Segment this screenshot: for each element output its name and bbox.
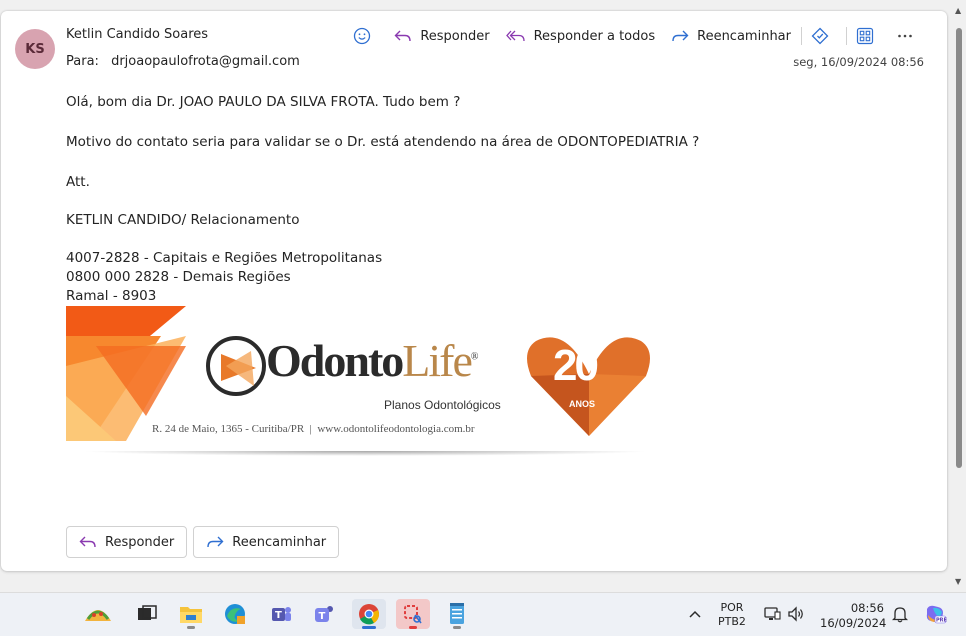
svg-text:T: T [319, 611, 326, 622]
running-indicator [409, 626, 417, 629]
edge-browser-icon[interactable] [218, 599, 252, 629]
body-greeting: Olá, bom dia Dr. JOAO PAULO DA SILVA FRO… [66, 94, 461, 110]
reply-button[interactable]: Responder [386, 25, 497, 47]
vertical-scrollbar[interactable]: ▲ ▼ [952, 0, 966, 592]
to-label: Para: [66, 54, 99, 69]
body-phone-capitals: 4007-2828 - Capitais e Regiões Metropoli… [66, 250, 383, 266]
anniversary-word: ANOS [569, 399, 596, 409]
apps-button[interactable] [849, 25, 889, 47]
file-explorer-icon[interactable] [174, 599, 208, 629]
keyboard-layout: PTB2 [718, 615, 746, 628]
toolbar-separator [801, 27, 802, 45]
sparkle-diamond-icon [811, 27, 829, 45]
more-horizontal-icon [898, 34, 912, 38]
teams-icon[interactable]: T [308, 599, 342, 629]
reply-icon [79, 536, 96, 548]
copilot-pre-icon[interactable]: PRE [920, 599, 950, 629]
emoji-reaction-button[interactable] [346, 25, 386, 47]
banner-tagline: Planos Odontológicos [384, 398, 501, 412]
reply-icon [394, 30, 412, 42]
network-display-icon[interactable] [760, 599, 784, 629]
teams-classic-icon[interactable]: T [264, 599, 298, 629]
active-indicator [362, 626, 376, 629]
recipient-address[interactable]: drjoaopaulofrota@gmail.com [111, 54, 300, 69]
banner-address: R. 24 de Maio, 1365 - Curitiba/PR | www.… [152, 423, 475, 435]
running-indicator [453, 626, 461, 629]
body-motive: Motivo do contato seria para validar se … [66, 134, 700, 150]
scroll-down-arrow-icon[interactable]: ▼ [955, 577, 961, 586]
email-reading-pane: KS Ketlin Candido Soares Para: drjoaopau… [1, 11, 947, 571]
copilot-button[interactable] [804, 25, 844, 47]
avatar[interactable]: KS [15, 29, 55, 69]
brand-life-text: Life [402, 335, 473, 386]
scrollbar-thumb[interactable] [956, 28, 962, 468]
snipping-tool-icon[interactable] [396, 599, 430, 629]
scroll-up-arrow-icon[interactable]: ▲ [955, 6, 961, 15]
chrome-browser-icon[interactable] [352, 599, 386, 629]
more-actions-button[interactable] [889, 25, 929, 47]
windows-taskbar: T T POR PTB2 08:56 16/09/2024 PRE [0, 592, 966, 636]
signature-banner: OdontoLife® Planos Odontológicos R. 24 d… [66, 306, 656, 458]
apps-grid-icon [856, 27, 874, 45]
body-ramal: Ramal - 8903 [66, 288, 157, 304]
toolbar-separator [846, 27, 847, 45]
footer-reply-label: Responder [105, 534, 175, 550]
footer-forward-label: Reencaminhar [232, 534, 327, 550]
body-phone-other: 0800 000 2828 - Demais Regiões [66, 269, 291, 285]
email-body: Olá, bom dia Dr. JOAO PAULO DA SILVA FRO… [66, 91, 699, 306]
widgets-taco-icon[interactable] [76, 599, 120, 629]
brand-odonto-text: Odonto [266, 335, 404, 386]
recipient-row: Para: drjoaopaulofrota@gmail.com [66, 54, 300, 69]
body-att: Att. [66, 174, 90, 190]
sender-name[interactable]: Ketlin Candido Soares [66, 27, 208, 42]
message-actions-toolbar: Responder Responder a todos Reencaminhar [346, 25, 929, 47]
forward-label: Reencaminhar [697, 28, 791, 44]
volume-speaker-icon[interactable] [784, 599, 808, 629]
language-code: POR [720, 601, 744, 614]
system-clock[interactable]: 08:56 16/09/2024 [820, 601, 887, 631]
show-hidden-icons-chevron-up-icon[interactable] [682, 599, 708, 629]
footer-forward-button[interactable]: Reencaminhar [193, 526, 340, 558]
clock-time: 08:56 [850, 601, 884, 615]
forward-button[interactable]: Reencaminhar [663, 25, 799, 47]
notepad-icon[interactable] [440, 599, 474, 629]
notification-bell-icon[interactable] [888, 599, 912, 629]
footer-reply-button[interactable]: Responder [66, 526, 188, 558]
banner-brand: OdontoLife® [266, 334, 478, 387]
footer-actions: Responder Reencaminhar [66, 526, 340, 558]
svg-text:PRE: PRE [936, 618, 947, 624]
task-view-icon[interactable] [130, 599, 164, 629]
forward-icon [207, 536, 224, 548]
reply-all-icon [505, 30, 525, 42]
forward-icon [672, 30, 689, 42]
email-date: seg, 16/09/2024 08:56 [793, 55, 924, 69]
reply-all-label: Responder a todos [533, 28, 656, 44]
smiley-icon [354, 27, 371, 45]
anniversary-number: 20 [553, 341, 599, 390]
reply-all-button[interactable]: Responder a todos [498, 25, 664, 47]
input-language-indicator[interactable]: POR PTB2 [718, 601, 746, 629]
running-indicator [187, 626, 195, 629]
svg-text:T: T [275, 610, 282, 621]
reply-label: Responder [420, 28, 490, 44]
clock-date: 16/09/2024 [820, 616, 887, 630]
body-signature-name: KETLIN CANDIDO/ Relacionamento [66, 212, 300, 228]
brand-registered-mark: ® [470, 351, 478, 363]
